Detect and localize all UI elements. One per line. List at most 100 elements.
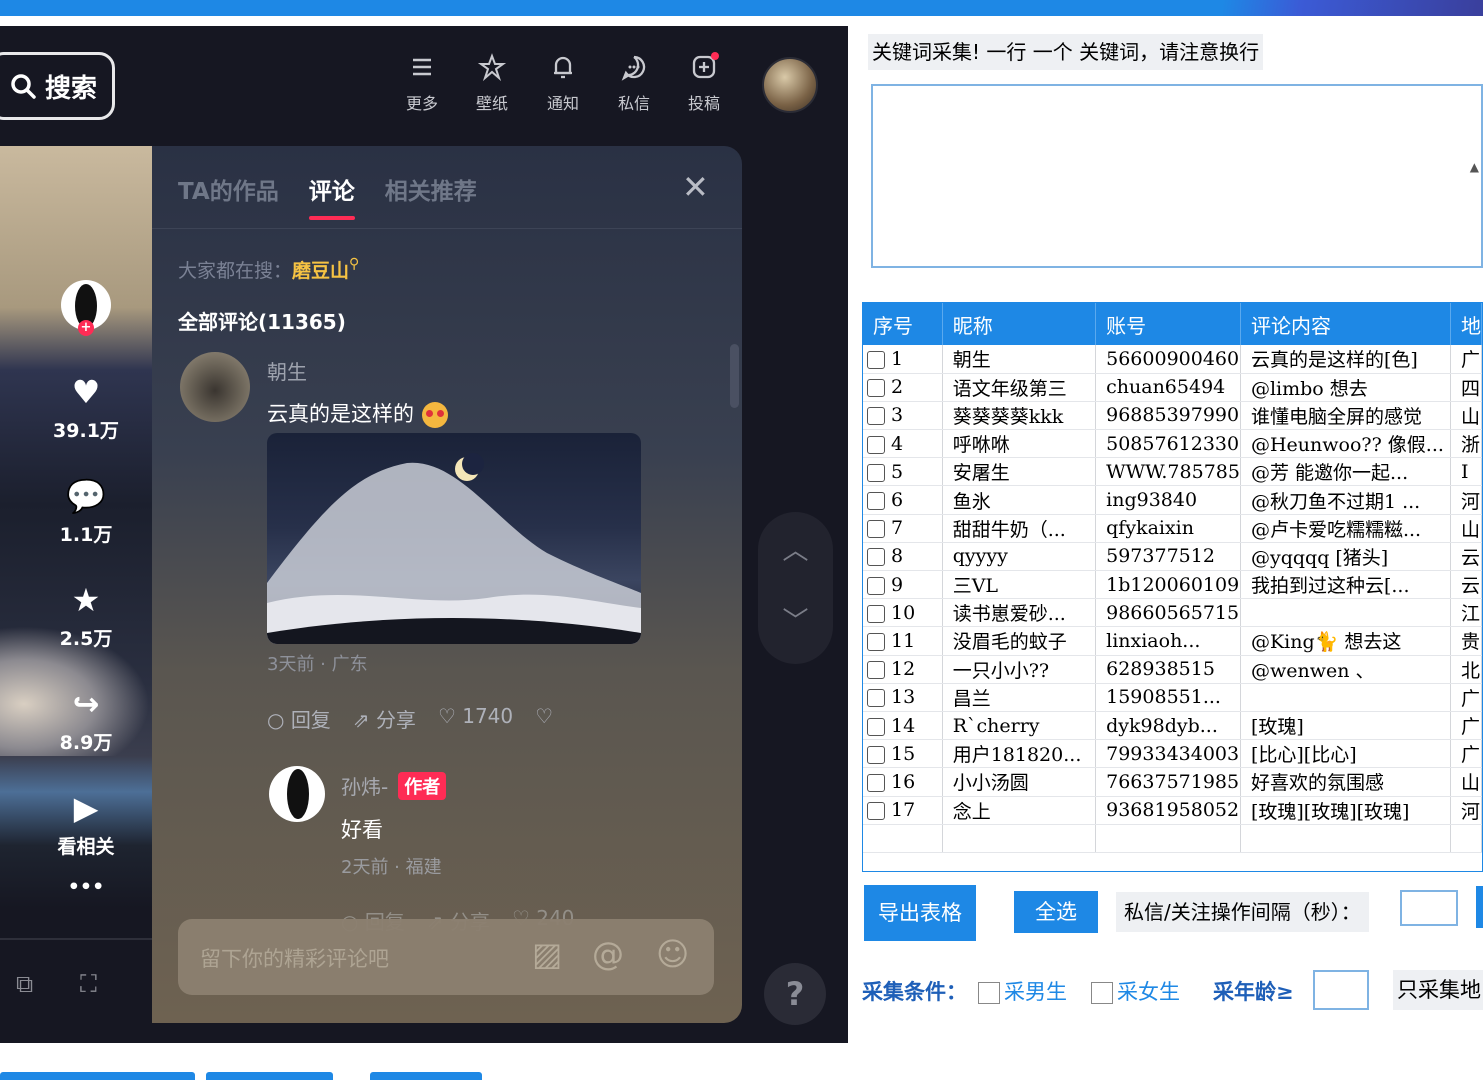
- row-checkbox[interactable]: [867, 689, 885, 708]
- like-button[interactable]: ♡ 1740: [438, 704, 513, 733]
- table-row[interactable]: 5 安屠生 WWW.785785 @芳 能邀你一起... I: [863, 457, 1482, 487]
- image-icon[interactable]: ▨: [532, 935, 562, 973]
- row-checkbox[interactable]: [867, 520, 885, 539]
- hot-search[interactable]: 大家都在搜：磨豆山⚲: [178, 256, 359, 283]
- only-region-label[interactable]: 只采集地区: [1393, 970, 1483, 1010]
- male-check-box[interactable]: [978, 982, 1000, 1004]
- like-action[interactable]: ♥ 39.1万: [36, 374, 136, 443]
- comment-action[interactable]: 💬 1.1万: [36, 478, 136, 547]
- table-row[interactable]: 3 葵葵葵葵kkk 96885397990 谁懂电脑全屏的感觉山: [863, 401, 1482, 431]
- author-reply-avatar[interactable]: [269, 766, 325, 822]
- table-row[interactable]: 2 语文年级第三 chuan65494 @limbo 想去四: [863, 373, 1482, 402]
- tab-works[interactable]: TA的作品: [178, 172, 279, 206]
- start-button-edge[interactable]: [1476, 886, 1483, 928]
- row-checkbox[interactable]: [867, 463, 885, 482]
- nav-notifications[interactable]: 通知: [533, 52, 593, 114]
- commenter-avatar[interactable]: [180, 352, 250, 422]
- fullscreen-icon[interactable]: ⛶: [80, 970, 97, 998]
- cell-account: 597377512: [1095, 542, 1241, 572]
- share-button[interactable]: ⇗ 分享: [353, 704, 416, 733]
- interval-input[interactable]: [1400, 890, 1458, 926]
- table-row[interactable]: 6 鱼氷 ing93840 @秋刀鱼不过期1 ... 河: [863, 485, 1482, 515]
- comment-image[interactable]: [267, 433, 641, 644]
- share-action[interactable]: ↪ 8.9万: [36, 686, 136, 755]
- table-row[interactable]: 7 甜甜牛奶（... qfykaixin @卢卡爱吃糯糯糍... 山: [863, 514, 1482, 543]
- related-action[interactable]: ▶ 看相关: [36, 790, 136, 859]
- help-icon[interactable]: ?: [764, 963, 826, 1025]
- bottom-tab-1[interactable]: [0, 1072, 195, 1080]
- male-checkbox[interactable]: 采男生: [978, 976, 1067, 1006]
- table-row[interactable]: 1 朝生 56600900460 云真的是这样的[色] 广: [863, 345, 1482, 374]
- row-checkbox[interactable]: [867, 773, 885, 792]
- reply-button[interactable]: ○ 回复: [267, 704, 331, 733]
- favorite-action[interactable]: ★ 2.5万: [36, 582, 136, 651]
- row-checkbox[interactable]: [867, 435, 885, 454]
- cell-region: 广: [1450, 711, 1482, 741]
- dislike-heart-icon[interactable]: ♡: [535, 704, 553, 733]
- table-row[interactable]: 4 呼咻咻 50857612330 @Heunwoo?? 像假... 浙: [863, 429, 1482, 459]
- tab-recommend[interactable]: 相关推荐: [385, 172, 477, 206]
- keyword-textarea[interactable]: ▲▼: [871, 84, 1483, 324]
- follow-plus-icon[interactable]: +: [78, 320, 94, 336]
- close-icon[interactable]: ✕: [682, 168, 709, 206]
- row-checkbox[interactable]: [867, 632, 885, 651]
- empty-row: [863, 824, 1482, 853]
- at-mention-icon[interactable]: @: [592, 935, 624, 973]
- table-row[interactable]: 9 三VL 1b120060109 我拍到过这种云[... 云: [863, 570, 1482, 600]
- table-row[interactable]: 13 昌兰 15908551... 广: [863, 683, 1482, 712]
- table-row[interactable]: 17 念上 93681958052 [玫瑰][玫瑰][玫瑰] 河: [863, 796, 1482, 825]
- row-checkbox[interactable]: [867, 350, 885, 369]
- row-checkbox[interactable]: [867, 745, 885, 764]
- row-checkbox[interactable]: [867, 604, 885, 623]
- table-row[interactable]: 10 读书崽爱砂... 98660565715 江: [863, 598, 1482, 628]
- row-checkbox[interactable]: [867, 802, 885, 821]
- nav-wallpaper[interactable]: 壁纸: [462, 52, 522, 114]
- nav-more[interactable]: 更多: [392, 52, 452, 114]
- nav-messages[interactable]: 私信: [604, 52, 664, 114]
- prev-video-chevron-up-icon[interactable]: ︿: [758, 530, 833, 567]
- cell-nickname: 一只小小??: [942, 655, 1097, 684]
- age-input[interactable]: [1313, 970, 1369, 1010]
- row-checkbox[interactable]: [867, 576, 885, 595]
- row-checkbox[interactable]: [867, 407, 885, 426]
- table-row[interactable]: 15 用户181820... 79933434003 [比心][比心] 广: [863, 739, 1482, 769]
- table-row[interactable]: 8 qyyyy 597377512 @yqqqq [猪头] 云: [863, 542, 1482, 572]
- export-table-button[interactable]: 导出表格: [864, 885, 976, 941]
- row-checkbox[interactable]: [867, 492, 885, 511]
- cell-region: 山: [1450, 767, 1482, 797]
- female-checkbox[interactable]: 采女生: [1091, 976, 1180, 1006]
- row-checkbox[interactable]: [867, 661, 885, 680]
- bottom-tab-3[interactable]: [370, 1072, 482, 1080]
- pip-icon[interactable]: ⧉: [16, 970, 33, 998]
- cell-content: @秋刀鱼不过期1 ...: [1240, 485, 1451, 515]
- select-all-button[interactable]: 全选: [1014, 891, 1098, 933]
- hot-keyword[interactable]: 磨豆山: [292, 260, 349, 282]
- col-region[interactable]: 地: [1450, 303, 1482, 345]
- row-checkbox[interactable]: [867, 717, 885, 736]
- col-no[interactable]: 序号: [863, 303, 943, 345]
- comment-input[interactable]: 留下你的精彩评论吧 ▨ @ ☺: [178, 919, 714, 995]
- col-account[interactable]: 账号: [1095, 303, 1241, 345]
- table-row[interactable]: 14 R`cherry dyk98dyb... [玫瑰] 广: [863, 711, 1482, 741]
- emoji-icon[interactable]: ☺: [656, 935, 689, 973]
- user-avatar[interactable]: [762, 57, 818, 113]
- col-content[interactable]: 评论内容: [1240, 303, 1451, 345]
- top-accent-bar: [0, 0, 1483, 16]
- bottom-tab-2[interactable]: [206, 1072, 333, 1080]
- nav-upload[interactable]: 投稿: [674, 52, 734, 114]
- panel-scrollbar[interactable]: [730, 344, 739, 408]
- commenter-name[interactable]: 朝生: [267, 356, 307, 385]
- table-row[interactable]: 16 小小汤圆 76637571985 好喜欢的氛围感山: [863, 767, 1482, 797]
- female-check-box[interactable]: [1091, 982, 1113, 1004]
- next-video-chevron-down-icon[interactable]: ﹀: [758, 601, 833, 638]
- cell-content: [比心][比心]: [1240, 739, 1451, 769]
- more-dots[interactable]: •••: [36, 876, 136, 898]
- row-checkbox[interactable]: [867, 379, 885, 398]
- row-checkbox[interactable]: [867, 548, 885, 567]
- table-row[interactable]: 12 一只小小?? 628938515 @wenwen 、北: [863, 655, 1482, 684]
- tab-comments[interactable]: 评论: [308, 172, 355, 220]
- col-nickname[interactable]: 昵称: [942, 303, 1097, 345]
- search-button[interactable]: 搜索: [0, 52, 115, 120]
- heart-icon: ♥: [71, 373, 101, 411]
- table-row[interactable]: 11 没眉毛的蚊子 linxiaoh... @King🐈 想去这贵: [863, 626, 1482, 656]
